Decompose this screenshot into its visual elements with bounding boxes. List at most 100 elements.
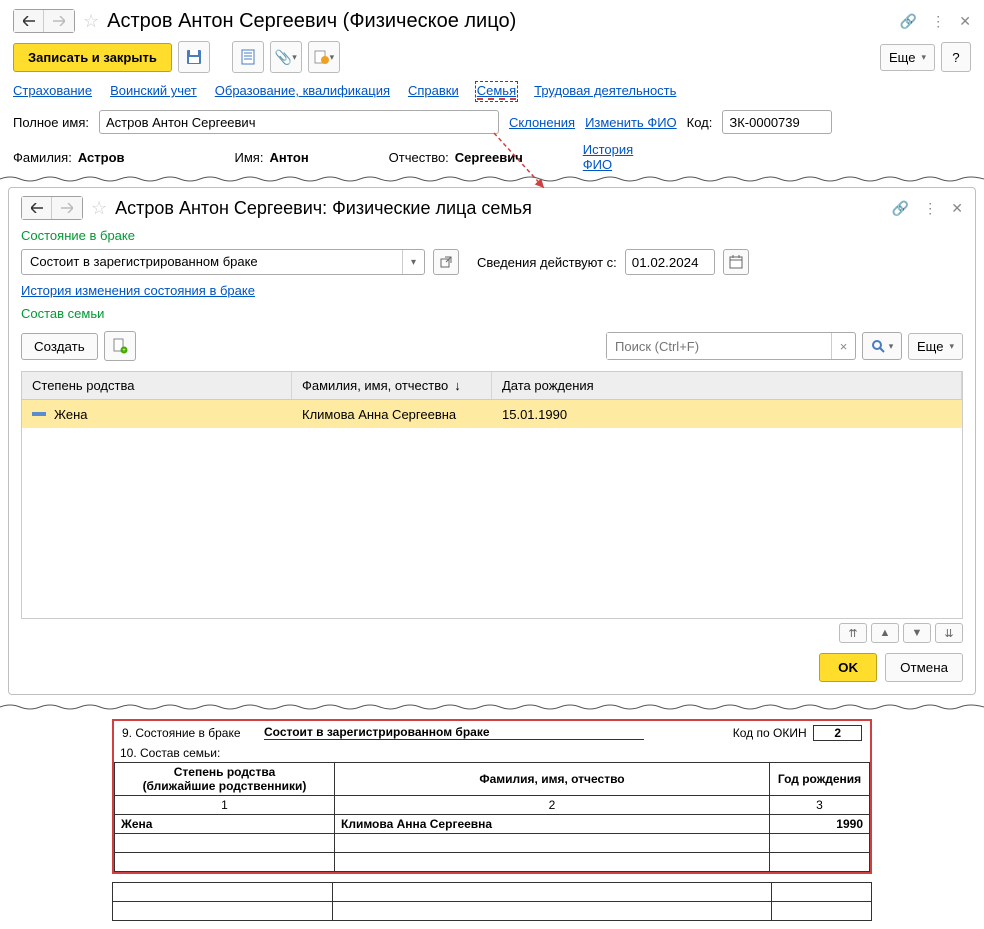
arrow-left-icon: [31, 203, 43, 213]
p-line10-label: 10. Состав семьи:: [114, 744, 870, 762]
cell-dob: 15.01.1990: [492, 403, 962, 426]
attach-button[interactable]: 📎▾: [270, 41, 302, 73]
tab-military[interactable]: Воинский учет: [110, 83, 197, 100]
calendar-button[interactable]: [723, 249, 749, 275]
more-button[interactable]: Еще▾: [880, 44, 935, 71]
family-more-label: Еще: [917, 339, 943, 354]
surname-value: Астров: [78, 150, 125, 165]
page-action-icon: [314, 49, 330, 65]
p-num2: 2: [335, 796, 770, 815]
dialog-nav-forward[interactable]: [52, 197, 82, 219]
action-button[interactable]: ▾: [308, 41, 340, 73]
search-button[interactable]: ▾: [862, 332, 902, 360]
change-fio-link[interactable]: Изменить ФИО: [585, 115, 677, 130]
more-label: Еще: [889, 50, 915, 65]
magnifier-icon: [871, 339, 885, 353]
nav-back-button[interactable]: [14, 10, 44, 32]
marital-section-title: Состояние в браке: [21, 228, 963, 243]
p-col3: Год рождения: [770, 763, 870, 796]
document-button[interactable]: [232, 41, 264, 73]
close-icon[interactable]: ✕: [959, 13, 971, 30]
help-button[interactable]: ?: [941, 42, 971, 72]
col-dob[interactable]: Дата рождения: [492, 372, 962, 399]
title-icons: 🔗 ⋮ ✕: [900, 13, 971, 30]
page-first-button[interactable]: ⇈: [839, 623, 867, 643]
arrow-left-icon: [23, 16, 35, 26]
dialog-favorite-star-icon[interactable]: ☆: [91, 198, 107, 219]
p-num1: 1: [115, 796, 335, 815]
nav-buttons: [13, 9, 75, 33]
fio-parts-row: Фамилия:Астров Имя:Антон Отчество:Сергее…: [13, 142, 971, 174]
pager: ⇈ ▲ ▼ ⇊: [21, 623, 963, 643]
page-up-button[interactable]: ▲: [871, 623, 899, 643]
tab-education[interactable]: Образование, квалификация: [215, 83, 390, 100]
open-reference-button[interactable]: [433, 249, 459, 275]
fullname-label: Полное имя:: [13, 115, 89, 130]
family-section-title: Состав семьи: [21, 306, 963, 321]
family-dialog: ☆ Астров Антон Сергеевич: Физические лиц…: [8, 187, 976, 695]
document-icon: [241, 49, 255, 65]
down-icon: ▼: [912, 627, 923, 639]
dialog-nav-back[interactable]: [22, 197, 52, 219]
dialog-titlebar: ☆ Астров Антон Сергеевич: Физические лиц…: [21, 196, 963, 220]
dialog-more-icon[interactable]: ⋮: [923, 200, 937, 217]
name-value: Антон: [269, 150, 308, 165]
patronymic-label: Отчество:: [389, 150, 449, 165]
p-col1: Степень родства(ближайшие родственники): [115, 763, 335, 796]
surname-label: Фамилия:: [13, 150, 72, 165]
p-col2: Фамилия, имя, отчество: [335, 763, 770, 796]
cell-relation-text: Жена: [54, 407, 87, 422]
page-down-button[interactable]: ▼: [903, 623, 931, 643]
fio-history-link[interactable]: История ФИО: [583, 142, 665, 172]
valid-from-label: Сведения действуют с:: [477, 255, 617, 270]
dialog-link-icon[interactable]: 🔗: [892, 200, 909, 217]
arrow-right-icon: [53, 16, 65, 26]
search-clear-button[interactable]: ×: [831, 333, 855, 359]
more-icon[interactable]: ⋮: [931, 13, 945, 30]
tab-employment[interactable]: Трудовая деятельность: [534, 83, 676, 100]
favorite-star-icon[interactable]: ☆: [83, 11, 99, 32]
printed-form: 9. Состояние в браке Состоит в зарегистр…: [112, 719, 872, 874]
marital-select[interactable]: Состоит в зарегистрированном браке ▾: [21, 249, 425, 275]
family-more-button[interactable]: Еще▾: [908, 333, 963, 360]
col-fio[interactable]: Фамилия, имя, отчество↓: [292, 372, 492, 399]
page-last-button[interactable]: ⇊: [935, 623, 963, 643]
cell-fio: Климова Анна Сергеевна: [292, 403, 492, 426]
nav-forward-button[interactable]: [44, 10, 74, 32]
save-button[interactable]: [178, 41, 210, 73]
tab-family[interactable]: Семья: [477, 83, 516, 100]
up-icon: ▲: [880, 627, 891, 639]
tab-references[interactable]: Справки: [408, 83, 459, 100]
ok-button[interactable]: OK: [819, 653, 877, 682]
copy-button[interactable]: +: [104, 331, 136, 361]
name-label: Имя:: [235, 150, 264, 165]
table-header: Степень родства Фамилия, имя, отчество↓ …: [22, 372, 962, 400]
fullname-input[interactable]: [99, 110, 499, 134]
torn-edge: [0, 175, 984, 183]
create-button[interactable]: Создать: [21, 333, 98, 360]
double-up-icon: ⇈: [848, 627, 857, 640]
dialog-close-icon[interactable]: ✕: [951, 200, 963, 217]
link-icon[interactable]: 🔗: [900, 13, 917, 30]
tab-insurance[interactable]: Страхование: [13, 83, 92, 100]
declensions-link[interactable]: Склонения: [509, 115, 575, 130]
cancel-button[interactable]: Отмена: [885, 653, 963, 682]
table-row[interactable]: Жена Климова Анна Сергеевна 15.01.1990: [22, 400, 962, 428]
code-input[interactable]: [722, 110, 832, 134]
double-down-icon: ⇊: [944, 627, 953, 640]
family-table: Степень родства Фамилия, имя, отчество↓ …: [21, 371, 963, 619]
save-and-close-button[interactable]: Записать и закрыть: [13, 43, 172, 72]
copy-page-icon: +: [112, 338, 128, 354]
marital-history-link[interactable]: История изменения состояния в браке: [21, 283, 255, 298]
search-box: ×: [606, 332, 856, 360]
search-input[interactable]: [607, 333, 831, 359]
dialog-nav-buttons: [21, 196, 83, 220]
titlebar: ☆ Астров Антон Сергеевич (Физическое лиц…: [13, 9, 971, 33]
dialog-title: Астров Антон Сергеевич: Физические лица …: [115, 198, 884, 219]
valid-from-input[interactable]: [625, 249, 715, 275]
sort-down-icon: ↓: [454, 378, 461, 393]
marital-dropdown-button[interactable]: ▾: [402, 250, 424, 274]
svg-text:+: +: [122, 348, 126, 354]
col-relation[interactable]: Степень родства: [22, 372, 292, 399]
toolbar: Записать и закрыть 📎▾ ▾ Еще▾ ?: [13, 41, 971, 73]
